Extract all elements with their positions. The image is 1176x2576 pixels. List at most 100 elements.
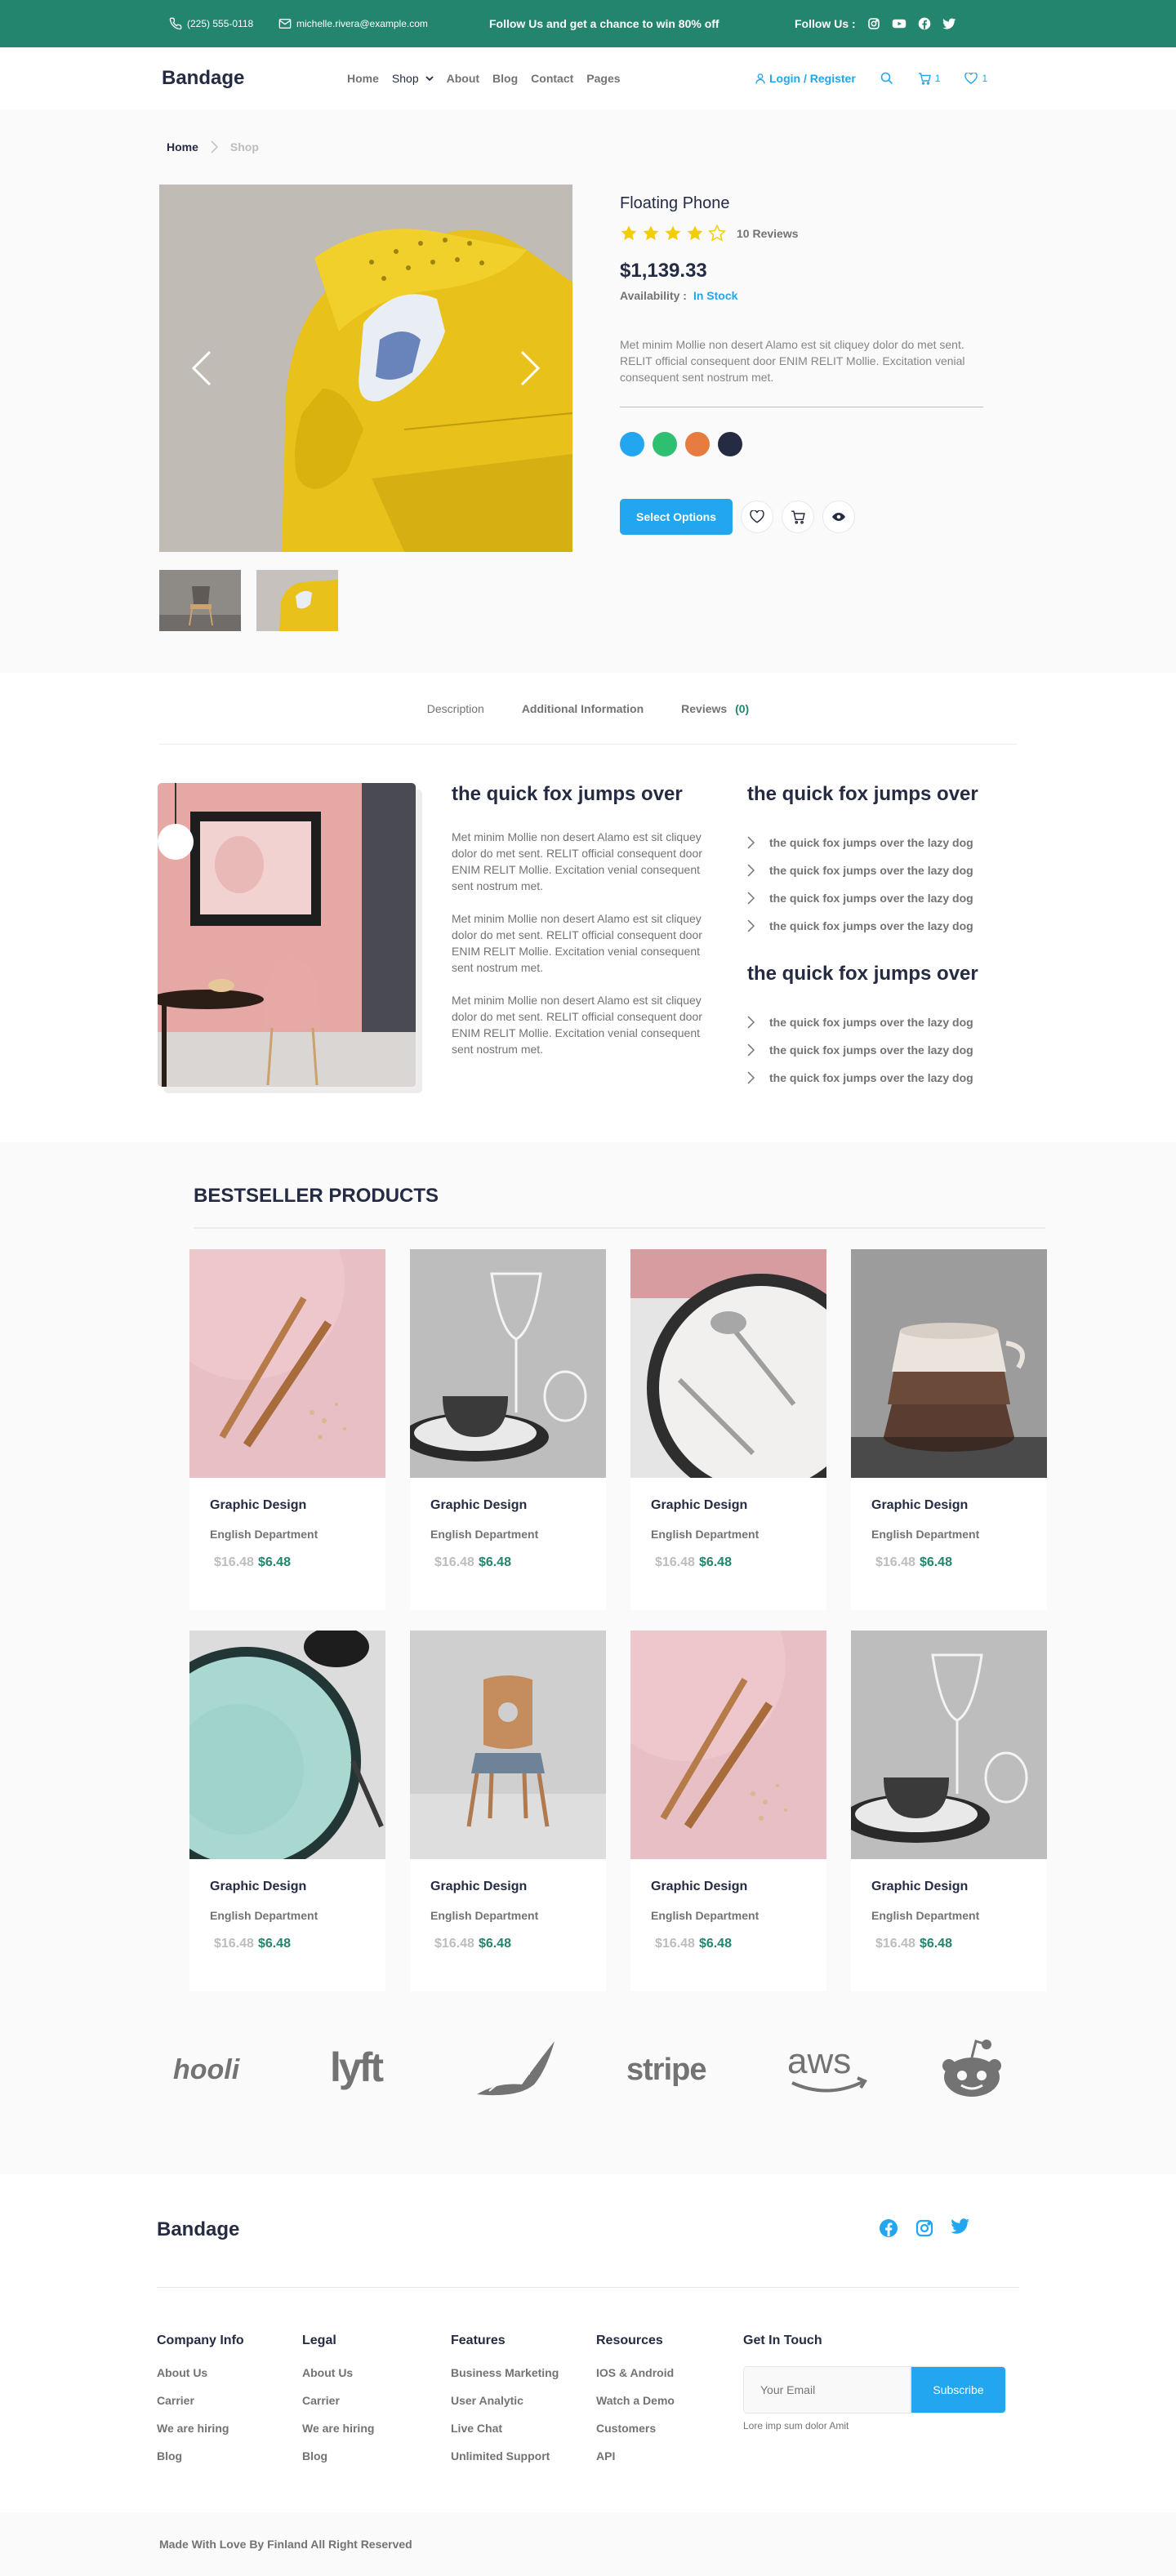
footer-link[interactable]: Business Marketing <box>451 2366 559 2379</box>
product-card-title[interactable]: Graphic Design <box>430 1880 586 1894</box>
footer-link[interactable]: Live Chat <box>451 2422 502 2435</box>
tab-additional-information[interactable]: Additional Information <box>522 702 644 715</box>
brand-logo[interactable]: Bandage <box>162 67 244 90</box>
phone-contact[interactable]: (225) 555-0118 <box>169 17 253 30</box>
subscribe-button[interactable]: Subscribe <box>911 2366 1006 2414</box>
description-image <box>158 783 416 1087</box>
footer-brand[interactable]: Bandage <box>157 2218 239 2241</box>
product-card[interactable]: Graphic Design English Department $16.48 $6… <box>851 1631 1047 1991</box>
twitter-icon[interactable] <box>951 2218 970 2235</box>
wishlist-button[interactable]: 1 <box>964 73 987 84</box>
product-card-image[interactable] <box>851 1631 1047 1859</box>
product-card-title[interactable]: Graphic Design <box>210 1880 365 1894</box>
thumbnail-sofa[interactable] <box>256 570 338 631</box>
instagram-icon[interactable] <box>867 17 880 30</box>
cart-button[interactable]: 1 <box>918 72 940 85</box>
product-card-image[interactable] <box>851 1249 1047 1478</box>
instagram-icon[interactable] <box>915 2218 934 2238</box>
footer-link[interactable]: Blog <box>157 2449 182 2463</box>
product-card-image[interactable] <box>630 1249 826 1478</box>
footer-social <box>879 2218 970 2238</box>
new-price: $6.48 <box>698 1555 732 1569</box>
product-card[interactable]: Graphic Design English Department $16.48 $6… <box>189 1249 385 1610</box>
footer-link[interactable]: We are hiring <box>157 2422 229 2435</box>
nav-shop-label: Shop <box>391 72 419 85</box>
nav-home[interactable]: Home <box>347 72 379 85</box>
product-card[interactable]: Graphic Design English Department $16.48 $6… <box>410 1249 606 1610</box>
email-text: michelle.rivera@example.com <box>296 18 428 29</box>
youtube-icon[interactable] <box>892 17 906 30</box>
product-card-title[interactable]: Graphic Design <box>651 1498 806 1513</box>
footer-link[interactable]: Blog <box>302 2449 327 2463</box>
product-card-title[interactable]: Graphic Design <box>651 1880 806 1894</box>
breadcrumb-home[interactable]: Home <box>167 140 198 153</box>
add-to-cart-button[interactable] <box>782 501 815 533</box>
email-input[interactable] <box>743 2366 911 2414</box>
product-card-image[interactable] <box>410 1249 606 1478</box>
reviews-count[interactable]: 10 Reviews <box>737 227 799 240</box>
carousel-next-icon[interactable] <box>520 350 540 386</box>
footer-link[interactable]: Carrier <box>157 2394 194 2407</box>
color-swatch[interactable] <box>620 432 644 456</box>
select-options-button[interactable]: Select Options <box>620 499 733 535</box>
footer-link[interactable]: API <box>596 2449 615 2463</box>
copyright-text: Made With Love By Finland All Right Rese… <box>159 2538 412 2551</box>
product-card-image[interactable] <box>410 1631 606 1859</box>
add-to-wishlist-button[interactable] <box>741 501 774 533</box>
footer-link[interactable]: Carrier <box>302 2394 340 2407</box>
footer-column: Legal About Us Carrier We are hiring Blog <box>302 2334 374 2477</box>
carousel-prev-icon[interactable] <box>192 350 212 386</box>
footer-link[interactable]: About Us <box>157 2366 207 2379</box>
tab-reviews[interactable]: Reviews (0) <box>681 702 749 715</box>
feature-text: the quick fox jumps over the lazy dog <box>769 836 973 849</box>
product-card-image[interactable] <box>630 1631 826 1859</box>
tab-description[interactable]: Description <box>427 702 484 715</box>
nav-pages[interactable]: Pages <box>586 72 620 85</box>
product-card-price: $16.48 $6.48 <box>210 1555 365 1570</box>
product-card-title[interactable]: Graphic Design <box>871 1880 1027 1894</box>
product-card[interactable]: Graphic Design English Department $16.48 $6… <box>630 1631 826 1991</box>
color-swatch[interactable] <box>685 432 710 456</box>
facebook-icon[interactable] <box>879 2218 898 2238</box>
feature-text: the quick fox jumps over the lazy dog <box>769 864 973 877</box>
product-card-title[interactable]: Graphic Design <box>210 1498 365 1513</box>
feature-list: the quick fox jumps over the lazy dog the… <box>747 1008 1025 1092</box>
product-card-title[interactable]: Graphic Design <box>871 1498 1027 1513</box>
footer-link[interactable]: Unlimited Support <box>451 2449 550 2463</box>
product-card[interactable]: Graphic Design English Department $16.48 $6… <box>851 1249 1047 1610</box>
aws-logo: aws <box>787 2042 867 2093</box>
old-price: $16.48 <box>655 1937 695 1951</box>
product-card[interactable]: Graphic Design English Department $16.48 $6… <box>189 1631 385 1991</box>
footer-link[interactable]: IOS & Android <box>596 2366 674 2379</box>
nav-contact[interactable]: Contact <box>531 72 573 85</box>
product-card[interactable]: Graphic Design English Department $16.48 $6… <box>630 1249 826 1610</box>
quick-view-button[interactable] <box>822 501 856 533</box>
twitter-icon[interactable] <box>942 18 956 30</box>
product-grid: Graphic Design English Department $16.48 $6… <box>189 1249 1047 1991</box>
footer-link[interactable]: Customers <box>596 2422 656 2435</box>
color-swatch[interactable] <box>718 432 742 456</box>
thumbnail-chair[interactable] <box>159 570 241 631</box>
product-card[interactable]: Graphic Design English Department $16.48 $6… <box>410 1631 606 1991</box>
color-swatch[interactable] <box>653 432 677 456</box>
footer-link[interactable]: Watch a Demo <box>596 2394 675 2407</box>
product-card-image[interactable] <box>189 1249 385 1478</box>
facebook-icon[interactable] <box>918 17 931 30</box>
old-price: $16.48 <box>875 1555 915 1569</box>
product-rating: 10 Reviews <box>620 225 987 242</box>
feature-list-item: the quick fox jumps over the lazy dog <box>747 884 1025 912</box>
login-register-link[interactable]: Login / Register <box>755 72 856 85</box>
footer-link[interactable]: About Us <box>302 2366 353 2379</box>
chevron-right-icon <box>747 919 755 932</box>
email-contact[interactable]: michelle.rivera@example.com <box>278 17 428 30</box>
search-icon[interactable] <box>880 72 893 85</box>
product-card-department: English Department <box>430 1909 539 1922</box>
nav-shop[interactable]: Shop <box>392 72 434 85</box>
product-card-title[interactable]: Graphic Design <box>430 1498 586 1513</box>
nav-blog[interactable]: Blog <box>492 72 518 85</box>
nav-about[interactable]: About <box>447 72 479 85</box>
new-price: $6.48 <box>478 1937 511 1951</box>
footer-link[interactable]: We are hiring <box>302 2422 374 2435</box>
footer-link[interactable]: User Analytic <box>451 2394 523 2407</box>
product-card-image[interactable] <box>189 1631 385 1859</box>
